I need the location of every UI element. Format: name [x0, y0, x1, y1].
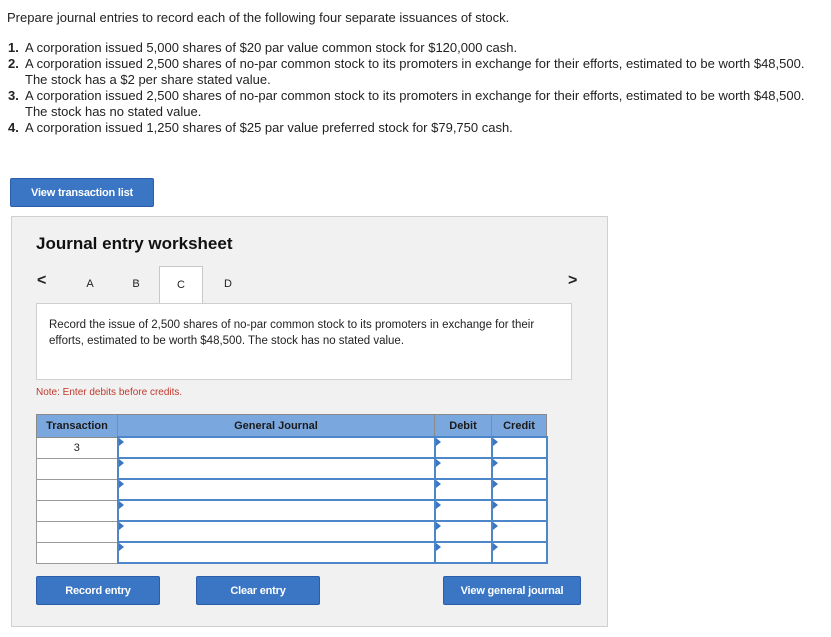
general-journal-input[interactable]: [116, 457, 436, 480]
credit-input[interactable]: [490, 478, 548, 501]
tab-d[interactable]: D: [206, 266, 250, 301]
clear-entry-button[interactable]: Clear entry: [196, 576, 320, 605]
entry-description: Record the issue of 2,500 shares of no-p…: [36, 303, 572, 380]
credit-input[interactable]: [490, 541, 548, 564]
general-journal-input[interactable]: [116, 499, 436, 522]
view-transaction-list-button[interactable]: View transaction list: [10, 178, 154, 207]
entry-note: Note: Enter debits before credits.: [36, 387, 183, 398]
worksheet-tabs: < A B C D >: [12, 266, 609, 303]
question-number: 4.: [8, 120, 19, 135]
transaction-cell: [36, 520, 118, 543]
chevron-left-icon[interactable]: <: [37, 272, 46, 290]
transaction-cell: [36, 541, 118, 564]
debit-input[interactable]: [433, 436, 493, 459]
column-header-credit: Credit: [491, 414, 547, 438]
instructions-text: Prepare journal entries to record each o…: [7, 10, 510, 25]
question-number: 3.: [8, 88, 19, 103]
question-list: 1. A corporation issued 5,000 shares of …: [8, 40, 828, 136]
transaction-cell: 3: [36, 436, 118, 459]
general-journal-input[interactable]: [116, 520, 436, 543]
table-row: [36, 541, 548, 564]
question-item: 3. A corporation issued 2,500 shares of …: [8, 88, 828, 120]
transaction-cell: [36, 457, 118, 480]
question-item: 2. A corporation issued 2,500 shares of …: [8, 56, 828, 88]
credit-input[interactable]: [490, 520, 548, 543]
question-text: A corporation issued 5,000 shares of $20…: [25, 40, 518, 55]
credit-input[interactable]: [490, 436, 548, 459]
debit-input[interactable]: [433, 541, 493, 564]
question-text: A corporation issued 1,250 shares of $25…: [25, 120, 513, 135]
column-header-debit: Debit: [434, 414, 492, 438]
question-number: 2.: [8, 56, 19, 71]
table-row: [36, 499, 548, 522]
journal-table: Transaction General Journal Debit Credit…: [36, 414, 548, 564]
record-entry-button[interactable]: Record entry: [36, 576, 160, 605]
table-row: 3: [36, 436, 548, 459]
general-journal-input[interactable]: [116, 541, 436, 564]
transaction-cell: [36, 478, 118, 501]
transaction-cell: [36, 499, 118, 522]
tab-c[interactable]: C: [159, 266, 203, 303]
question-item: 1. A corporation issued 5,000 shares of …: [8, 40, 828, 56]
question-number: 1.: [8, 40, 19, 55]
worksheet-title: Journal entry worksheet: [36, 234, 233, 253]
question-text: A corporation issued 2,500 shares of no-…: [25, 56, 805, 87]
question-text: A corporation issued 2,500 shares of no-…: [25, 88, 805, 119]
credit-input[interactable]: [490, 499, 548, 522]
journal-entry-worksheet: Journal entry worksheet < A B C D > Reco…: [11, 216, 608, 627]
tab-a[interactable]: A: [68, 266, 112, 301]
column-header-general-journal: General Journal: [117, 414, 435, 438]
debit-input[interactable]: [433, 499, 493, 522]
debit-input[interactable]: [433, 457, 493, 480]
general-journal-input[interactable]: [116, 436, 436, 459]
question-item: 4. A corporation issued 1,250 shares of …: [8, 120, 828, 136]
tab-b[interactable]: B: [114, 266, 158, 301]
column-header-transaction: Transaction: [36, 414, 118, 438]
credit-input[interactable]: [490, 457, 548, 480]
table-row: [36, 478, 548, 501]
chevron-right-icon[interactable]: >: [568, 272, 577, 290]
view-general-journal-button[interactable]: View general journal: [443, 576, 581, 605]
debit-input[interactable]: [433, 520, 493, 543]
debit-input[interactable]: [433, 478, 493, 501]
table-row: [36, 457, 548, 480]
general-journal-input[interactable]: [116, 478, 436, 501]
table-row: [36, 520, 548, 543]
